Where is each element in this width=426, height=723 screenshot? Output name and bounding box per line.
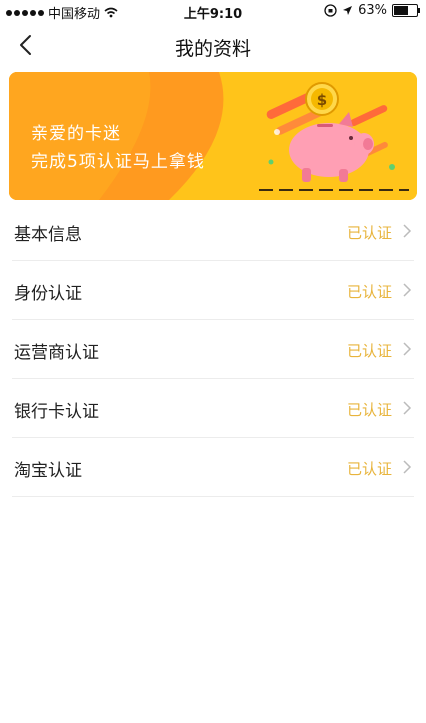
item-status: 已认证 bbox=[346, 401, 392, 419]
svg-text:$: $ bbox=[317, 91, 327, 109]
page-title: 我的资料 bbox=[174, 38, 251, 60]
item-label: 淘宝认证 bbox=[14, 461, 82, 481]
item-status: 已认证 bbox=[346, 283, 392, 301]
item-label: 身份认证 bbox=[14, 284, 82, 304]
battery-icon bbox=[392, 4, 420, 17]
promo-banner[interactable]: $ 亲爱的卡迷 完成5项认证马上拿钱 bbox=[9, 72, 417, 200]
list-item-identity[interactable]: 身份认证 已认证 bbox=[12, 261, 414, 320]
banner-greeting: 亲爱的卡迷 bbox=[31, 124, 121, 144]
list-item-carrier[interactable]: 运营商认证 已认证 bbox=[12, 320, 414, 379]
item-label: 基本信息 bbox=[14, 225, 82, 245]
list-item-bank-card[interactable]: 银行卡认证 已认证 bbox=[12, 379, 414, 438]
location-icon bbox=[343, 6, 353, 15]
item-label: 运营商认证 bbox=[14, 343, 99, 363]
item-status: 已认证 bbox=[346, 342, 392, 360]
status-right: 63% bbox=[324, 3, 420, 18]
rotation-lock-icon bbox=[324, 4, 337, 17]
chevron-right-icon bbox=[403, 342, 412, 356]
item-status: 已认证 bbox=[346, 460, 392, 478]
list-item-taobao[interactable]: 淘宝认证 已认证 bbox=[12, 438, 414, 497]
status-bar: 中国移动 上午9:10 63% bbox=[0, 0, 426, 22]
chevron-right-icon bbox=[403, 224, 412, 238]
chevron-right-icon bbox=[403, 283, 412, 297]
verification-list: 基本信息 已认证 身份认证 已认证 运营商认证 已认证 银行卡认证 已认证 淘宝… bbox=[12, 202, 414, 497]
chevron-right-icon bbox=[403, 401, 412, 415]
nav-bar: 我的资料 bbox=[0, 22, 426, 70]
list-item-basic-info[interactable]: 基本信息 已认证 bbox=[12, 202, 414, 261]
item-label: 银行卡认证 bbox=[14, 402, 99, 422]
banner-subtitle: 完成5项认证马上拿钱 bbox=[31, 152, 205, 172]
chevron-right-icon bbox=[403, 460, 412, 474]
battery-percent: 63% bbox=[358, 3, 387, 18]
item-status: 已认证 bbox=[346, 224, 392, 242]
